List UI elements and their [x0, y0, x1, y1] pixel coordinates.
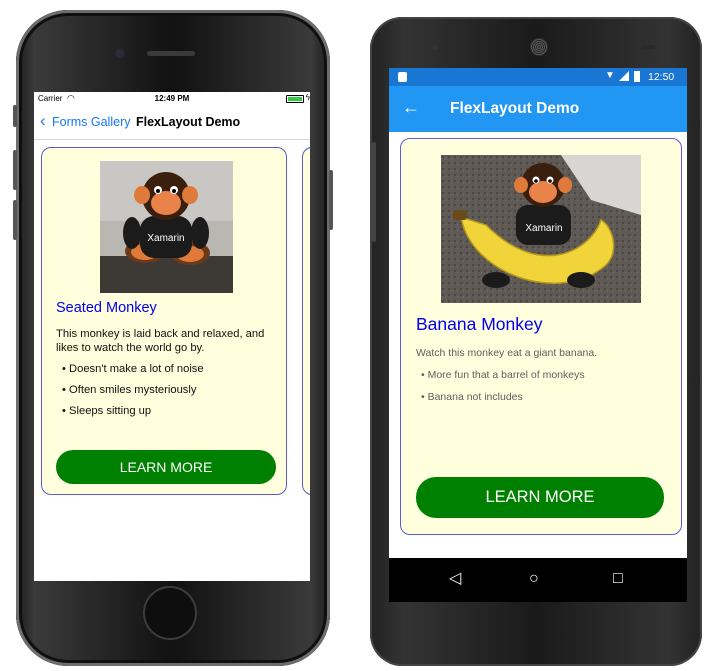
svg-text:Xamarin: Xamarin: [147, 233, 184, 244]
page-title: FlexLayout Demo: [136, 115, 241, 129]
page-title: FlexLayout Demo: [450, 100, 580, 117]
triangle-back-icon[interactable]: ◁: [449, 569, 461, 589]
card-description: Watch this monkey eat a giant banana.: [416, 347, 598, 359]
wifi-icon: ▼: [605, 70, 615, 81]
learn-more-button[interactable]: LEARN MORE: [56, 450, 276, 484]
front-camera: [432, 44, 438, 50]
card-bullet: • Often smiles mysteriously: [62, 384, 197, 396]
svg-text:Xamarin: Xamarin: [525, 223, 562, 234]
square-recents-icon[interactable]: □: [613, 569, 623, 589]
status-time: 12:50: [648, 71, 675, 83]
android-screen: ▼ 12:50 ← FlexLayout Demo Xamarin Banana…: [389, 68, 687, 602]
signal-icon: [619, 71, 629, 81]
status-time: 12:49 PM: [154, 94, 190, 103]
chevron-left-icon[interactable]: ‹: [40, 112, 46, 129]
card-title: Seated Monkey: [56, 300, 157, 316]
banana-monkey-photo: Xamarin: [441, 155, 641, 303]
learn-more-button[interactable]: LEARN MORE: [416, 477, 664, 518]
card-bullet: • Sleeps sitting up: [62, 405, 152, 417]
ios-status-bar: Carrier ◠ 12:49 PM ϟ: [34, 92, 310, 105]
front-camera: [115, 49, 124, 58]
charging-icon: ϟ: [305, 93, 310, 102]
proximity-sensor: [641, 45, 655, 49]
android-status-bar: ▼ 12:50: [389, 68, 687, 86]
circle-home-icon[interactable]: ○: [529, 569, 539, 589]
battery-icon: [286, 95, 304, 103]
android-navigation-bar: ◁ ○ □: [389, 558, 687, 602]
battery-icon: [634, 71, 640, 82]
monkey-card-seated: Xamarin Seated Monkey This monkey is lai…: [41, 147, 287, 495]
ios-screen: Carrier ◠ 12:49 PM ϟ ‹ Forms Gallery Fle…: [34, 92, 310, 581]
android-toolbar: ← FlexLayout Demo: [389, 86, 687, 132]
card-bullet: • More fun that a barrel of monkeys: [421, 369, 585, 381]
card-description: This monkey is laid back and relaxed, an…: [56, 328, 265, 354]
earpiece-speaker: [530, 38, 548, 56]
app-notification-icon: [398, 72, 407, 82]
home-button[interactable]: [145, 588, 195, 638]
back-button[interactable]: Forms Gallery: [52, 115, 130, 129]
card-bullet: • Doesn't make a lot of noise: [62, 363, 204, 375]
ios-navigation-bar: ‹ Forms Gallery FlexLayout Demo: [34, 105, 310, 140]
earpiece-speaker: [147, 51, 195, 56]
card-title: Banana Monkey: [416, 314, 543, 334]
next-card-peek[interactable]: [302, 147, 310, 495]
card-bullet: • Banana not includes: [421, 391, 523, 403]
arrow-left-icon[interactable]: ←: [402, 98, 420, 116]
monkey-card-banana: Xamarin Banana Monkey Watch this monkey …: [400, 138, 682, 535]
seated-monkey-photo: Xamarin: [100, 161, 233, 293]
